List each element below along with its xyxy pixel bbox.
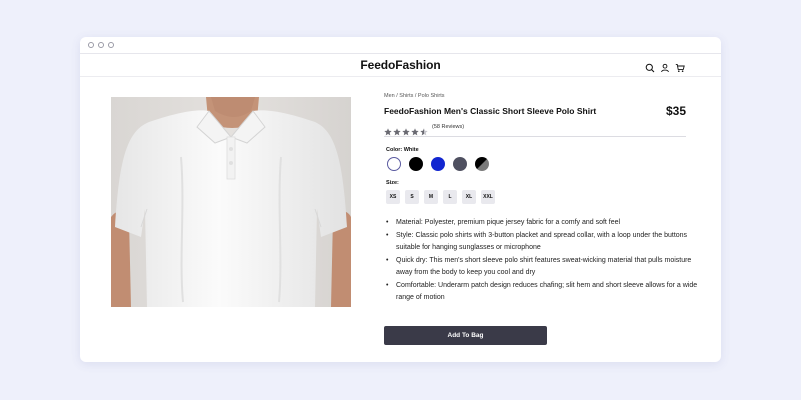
size-label: Size: [386,180,399,186]
color-swatches [387,157,686,171]
browser-window: FeedoFashion Men / Shirts / Polo Shirts … [80,37,721,362]
star-icon [384,123,392,135]
size-option-xl[interactable]: XL [462,190,476,204]
star-icon [420,123,428,135]
brand-logo[interactable]: FeedoFashion [80,58,721,72]
color-swatch-black[interactable] [409,157,423,171]
color-swatch-blue[interactable] [431,157,445,171]
rating[interactable]: (58 Reviews) [384,122,686,135]
nav-icons [645,60,685,73]
window-dot-maximize[interactable] [108,42,114,48]
size-option-xxl[interactable]: XXL [481,190,495,204]
size-options: XS S M L XL XXL [386,190,686,204]
window-dot-close[interactable] [88,42,94,48]
size-option-s[interactable]: S [405,190,419,204]
review-count[interactable]: (58 Reviews) [432,124,464,130]
feature-item: Quick dry: This men's short sleeve polo … [386,255,704,280]
product-price: $35 [665,104,686,118]
cart-icon[interactable] [675,60,685,72]
product-title: FeedoFashion Men's Classic Short Sleeve … [384,106,597,116]
color-label: Color: White [386,147,419,153]
feature-item: Comfortable: Underarm patch design reduc… [386,280,704,305]
window-chrome [80,37,721,54]
color-swatch-white[interactable] [387,157,401,171]
title-row: FeedoFashion Men's Classic Short Sleeve … [384,104,686,118]
window-dot-minimize[interactable] [98,42,104,48]
divider [384,136,686,137]
product-details: Men / Shirts / Polo Shirts FeedoFashion … [384,93,697,305]
top-nav: FeedoFashion [80,54,721,77]
size-option-l[interactable]: L [443,190,457,204]
user-icon[interactable] [660,60,670,73]
search-icon[interactable] [645,60,655,73]
star-rating [384,123,428,135]
star-icon [402,123,410,135]
product-image [111,97,351,307]
star-icon [393,123,401,135]
color-swatch-black-gray[interactable] [475,157,489,171]
breadcrumb[interactable]: Men / Shirts / Polo Shirts [384,93,686,99]
size-option-xs[interactable]: XS [386,190,400,204]
feature-item: Material: Polyester, premium pique jerse… [386,217,704,230]
color-swatch-slate[interactable] [453,157,467,171]
feature-item: Style: Classic polo shirts with 3-button… [386,230,704,255]
add-to-bag-button[interactable]: Add To Bag [384,326,547,345]
star-icon [411,123,419,135]
feature-list: Material: Polyester, premium pique jerse… [386,217,704,305]
size-option-m[interactable]: M [424,190,438,204]
